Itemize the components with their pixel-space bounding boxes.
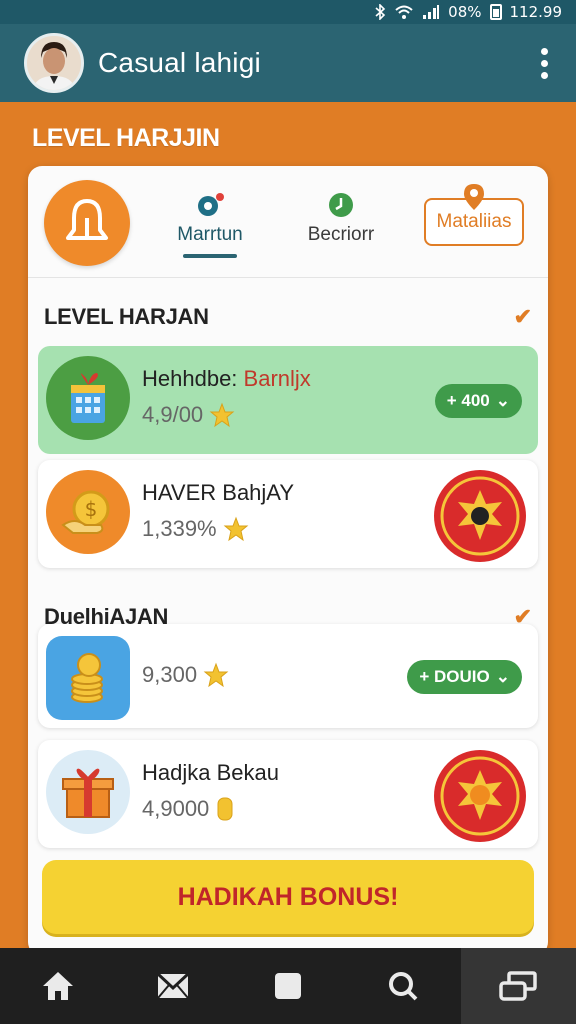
nav-square[interactable] xyxy=(230,948,345,1024)
section-header: LEVEL HARJAN ✔ xyxy=(44,300,532,334)
tab-becriorr[interactable]: Becriorr xyxy=(298,192,384,246)
nav-windows[interactable] xyxy=(460,948,576,1024)
dot-icon xyxy=(198,193,224,216)
list-item[interactable]: 9,300 + DOUIO ⌄ xyxy=(38,624,538,728)
value-text: 4,9/00 xyxy=(142,402,204,427)
section-title: LEVEL HARJAN xyxy=(44,304,209,329)
tab-label: Mataliias xyxy=(436,211,512,232)
battery-percent: 08% xyxy=(448,3,482,21)
bottom-nav xyxy=(0,948,576,1024)
item-title-text: Hehhdbe: xyxy=(142,366,238,391)
pin-icon xyxy=(464,184,484,210)
add-button[interactable]: + 400 ⌄ xyxy=(434,384,522,418)
main-card: Marrtun Becriorr Mataliias LEVEL HARJAN … xyxy=(28,166,548,956)
bell-icon xyxy=(66,199,108,240)
more-vertical-icon[interactable] xyxy=(528,43,560,83)
star-icon xyxy=(203,662,229,688)
star-icon xyxy=(209,402,235,428)
tab-active-indicator xyxy=(183,254,237,258)
app-bar: Casual lahigi xyxy=(0,24,576,102)
window-icon xyxy=(499,971,538,1001)
bonus-button[interactable]: HADIKAH BONUS! xyxy=(42,860,534,934)
value-text: 1,339% xyxy=(142,516,217,541)
add-button-label: + 400 xyxy=(446,391,490,410)
tab-bar: Marrtun Becriorr Mataliias xyxy=(28,166,548,278)
item-value: 1,339% xyxy=(142,516,249,542)
status-bar: 08% 112.99 xyxy=(0,0,576,24)
tab-label: Becriorr xyxy=(307,224,375,245)
tab-marrtun[interactable]: Marrtun xyxy=(176,192,244,258)
chevron-down-icon: ⌄ xyxy=(495,391,510,410)
bluetooth-icon xyxy=(374,4,386,20)
tab-mataliias[interactable]: Mataliias xyxy=(424,184,524,246)
svg-text:$: $ xyxy=(85,497,98,521)
add-button-label: + DOUIO xyxy=(419,667,490,686)
mail-icon xyxy=(156,972,189,999)
item-value: 9,300 xyxy=(142,662,229,688)
tab-label: Marrtun xyxy=(177,224,243,245)
nav-search[interactable] xyxy=(346,948,461,1024)
nav-mail[interactable] xyxy=(115,948,230,1024)
chevron-down-icon: ⌄ xyxy=(495,667,510,686)
avatar[interactable] xyxy=(24,33,84,93)
item-value: 4,9000 xyxy=(142,796,235,822)
item-value: 4,9/00 xyxy=(142,402,235,428)
page-heading: LEVEL HARJJIN xyxy=(32,124,220,152)
list-item[interactable]: Hadjka Bekau 4,9000 xyxy=(38,740,538,848)
item-title: Hadjka Bekau xyxy=(142,760,279,785)
app-title: Casual lahigi xyxy=(98,47,261,78)
coin-icon xyxy=(217,797,233,821)
check-icon: ✔ xyxy=(513,304,532,329)
signal-icon xyxy=(422,4,440,20)
coin-stack-icon xyxy=(46,636,130,720)
badge-seal-icon[interactable] xyxy=(432,468,528,564)
gift-box-icon xyxy=(46,750,130,834)
badge-sun-icon[interactable] xyxy=(432,748,528,844)
wifi-icon xyxy=(394,4,414,20)
star-icon xyxy=(223,516,249,542)
search-icon xyxy=(389,972,418,1001)
building-gift-icon xyxy=(46,356,130,440)
home-icon xyxy=(42,972,73,1000)
item-title-accent: Barnljx xyxy=(243,366,311,391)
item-title: Hehhdbe: Barnljx xyxy=(142,366,311,392)
clock-icon xyxy=(329,193,353,217)
notification-button[interactable] xyxy=(44,180,130,266)
list-item[interactable]: Hehhdbe: Barnljx 4,9/00 + 400 ⌄ xyxy=(38,346,538,454)
battery-icon xyxy=(489,4,502,20)
add-button[interactable]: + DOUIO ⌄ xyxy=(407,660,522,694)
value-text: 9,300 xyxy=(142,662,198,687)
value-text: 4,9000 xyxy=(142,796,210,821)
clock-time: 112.99 xyxy=(509,3,563,21)
nav-home[interactable] xyxy=(0,948,115,1024)
coin-hand-icon: $ xyxy=(46,470,130,554)
list-item[interactable]: $ HAVER BahjAY 1,339% xyxy=(38,460,538,568)
item-title: HAVER BahjAY xyxy=(142,480,295,505)
square-icon xyxy=(275,973,301,999)
